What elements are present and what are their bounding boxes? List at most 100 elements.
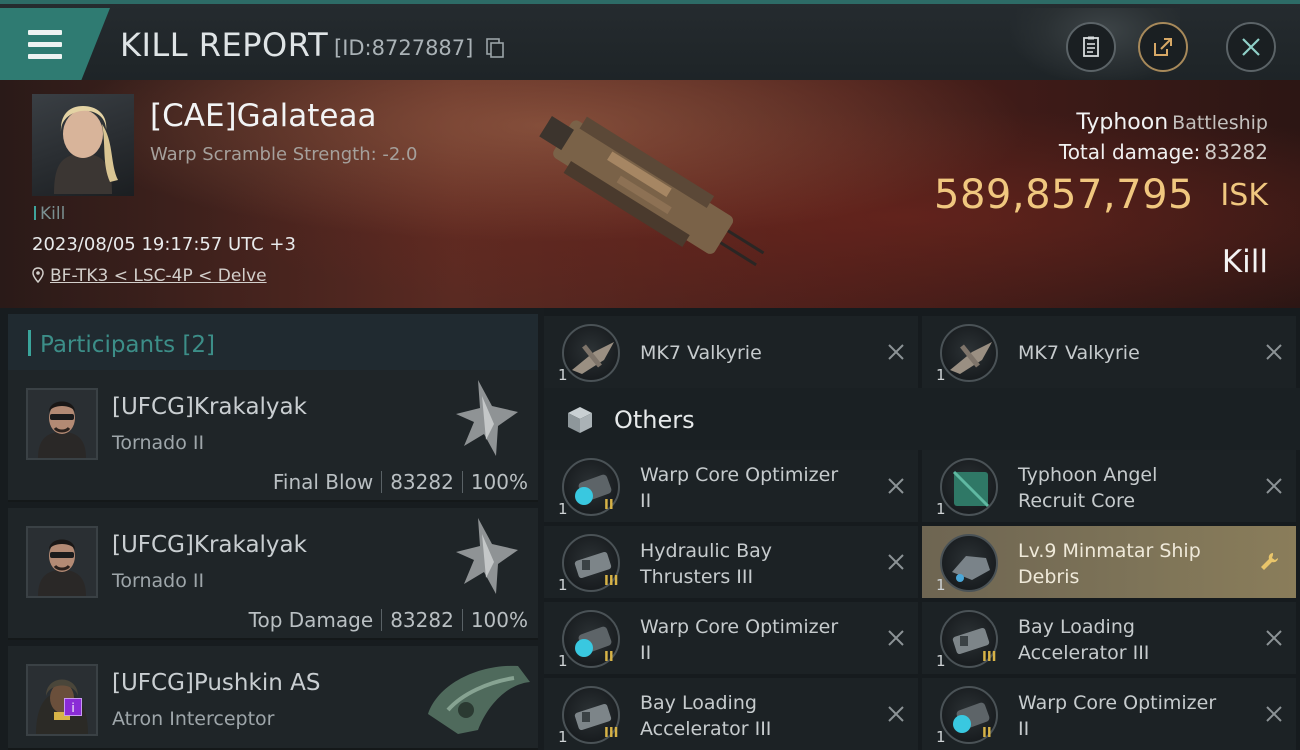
participant-card[interactable]: [UFCG]Krakalyak Tornado II Top Damage 832… bbox=[8, 508, 538, 640]
item-quantity: 1 bbox=[558, 576, 568, 594]
item-slot-highlighted[interactable]: 1 Lv.9 Minmatar Ship Debris bbox=[922, 526, 1296, 598]
item-name-line1: Warp Core Optimizer bbox=[640, 616, 839, 638]
total-damage: Total damage: 83282 bbox=[1059, 140, 1268, 164]
clipboard-icon bbox=[1083, 36, 1099, 57]
x-icon[interactable] bbox=[886, 628, 906, 648]
participant-name[interactable]: [UFCG]Krakalyak bbox=[112, 532, 307, 558]
ship-name: Typhoon bbox=[1076, 110, 1169, 135]
participants-header: Participants [2] bbox=[8, 314, 538, 370]
item-name-line2: II bbox=[640, 642, 652, 664]
x-icon[interactable] bbox=[1264, 628, 1284, 648]
item-meta-level: II bbox=[604, 498, 614, 513]
angel-recruit-core-icon bbox=[940, 458, 998, 516]
x-icon[interactable] bbox=[1264, 704, 1284, 724]
participant-stats: Final Blow 83282 100% bbox=[273, 470, 528, 494]
x-icon[interactable] bbox=[1264, 476, 1284, 496]
victim-avatar bbox=[54, 106, 118, 194]
participant-avatar[interactable] bbox=[26, 664, 98, 736]
item-slot[interactable]: 1 III Hydraulic Bay Thrusters III bbox=[544, 526, 918, 598]
wrench-icon[interactable] bbox=[1258, 550, 1282, 574]
item-slot[interactable]: 1 II Warp Core Optimizer II bbox=[922, 678, 1296, 750]
warp-scramble-strength: Warp Scramble Strength: -2.0 bbox=[150, 144, 418, 165]
share-icon bbox=[1154, 38, 1172, 56]
participant-card[interactable]: i [UFCG]Pushkin AS Atron Interceptor bbox=[8, 646, 538, 750]
item-name-line2: Thrusters III bbox=[640, 566, 754, 588]
location-text[interactable]: BF-TK3 < LSC-4P < Delve bbox=[50, 266, 267, 286]
participant-card[interactable]: [UFCG]Krakalyak Tornado II Final Blow 832… bbox=[8, 370, 538, 502]
item-slot[interactable]: 1 III Bay Loading Accelerator III bbox=[922, 602, 1296, 674]
participant-ship: Tornado II bbox=[112, 570, 205, 592]
victim-portrait[interactable] bbox=[32, 94, 134, 196]
participant-name[interactable]: [UFCG]Krakalyak bbox=[112, 394, 307, 420]
participant-ship: Tornado II bbox=[112, 432, 205, 454]
item-quantity: 1 bbox=[936, 500, 946, 518]
participants-title: Participants [2] bbox=[40, 332, 215, 358]
item-quantity: 1 bbox=[936, 576, 946, 594]
participant-role: Top Damage bbox=[248, 608, 374, 632]
drone-icon bbox=[562, 324, 620, 382]
items-panel: 1 MK7 Valkyrie 1 MK7 Valkyrie Others 1 I… bbox=[544, 308, 1300, 750]
victim-ship-type: Typhoon Battleship bbox=[1076, 110, 1268, 135]
total-damage-label: Total damage: bbox=[1058, 140, 1201, 164]
item-slot[interactable]: 1 Typhoon Angel Recruit Core bbox=[922, 450, 1296, 522]
share-button[interactable] bbox=[1138, 22, 1188, 72]
item-slot[interactable]: 1 MK7 Valkyrie bbox=[922, 316, 1296, 388]
participant-avatar[interactable] bbox=[26, 526, 98, 598]
participant-ship-image bbox=[456, 518, 518, 594]
others-section-header: Others bbox=[544, 388, 1300, 450]
item-slot[interactable]: 1 III Bay Loading Accelerator III bbox=[544, 678, 918, 750]
item-meta-level: II bbox=[604, 650, 614, 665]
item-name-line2: Accelerator III bbox=[640, 718, 772, 740]
ship-debris-icon bbox=[940, 534, 998, 592]
participant-avatar[interactable] bbox=[26, 388, 98, 460]
item-name-line2: Accelerator III bbox=[1018, 642, 1150, 664]
kill-tag-label: Kill bbox=[40, 204, 66, 224]
item-quantity: 1 bbox=[936, 366, 946, 384]
victim-banner: [CAE]Galateaa Warp Scramble Strength: -2… bbox=[0, 80, 1300, 308]
x-icon[interactable] bbox=[886, 476, 906, 496]
item-quantity: 1 bbox=[936, 652, 946, 670]
clipboard-button[interactable] bbox=[1066, 22, 1116, 72]
kill-location[interactable]: BF-TK3 < LSC-4P < Delve bbox=[32, 266, 267, 286]
page-title: KILL REPORT bbox=[120, 26, 329, 64]
hamburger-menu-icon bbox=[28, 30, 62, 66]
item-name: MK7 Valkyrie bbox=[640, 342, 762, 364]
participant-ship-image bbox=[456, 380, 518, 456]
kill-timestamp: 2023/08/05 19:17:57 UTC +3 bbox=[32, 234, 296, 255]
item-quantity: 1 bbox=[936, 728, 946, 746]
item-name-line1: Warp Core Optimizer bbox=[640, 464, 839, 486]
x-icon[interactable] bbox=[886, 342, 906, 362]
item-name-line2: II bbox=[1018, 718, 1030, 740]
kill-result: Kill bbox=[1221, 244, 1268, 280]
participant-damage: 83282 bbox=[390, 470, 454, 494]
item-name-line1: Lv.9 Minmatar Ship bbox=[1018, 540, 1201, 562]
item-name-line1: Hydraulic Bay bbox=[640, 540, 773, 562]
item-quantity: 1 bbox=[558, 500, 568, 518]
copy-icon[interactable] bbox=[486, 38, 504, 58]
participant-ship-image bbox=[428, 665, 530, 734]
close-icon bbox=[1242, 38, 1260, 56]
menu-button[interactable] bbox=[0, 8, 110, 80]
item-name-line1: Typhoon Angel bbox=[1018, 464, 1158, 486]
item-name-line2: II bbox=[640, 490, 652, 512]
isk-unit: ISK bbox=[1220, 178, 1268, 213]
item-slot[interactable]: 1 II Warp Core Optimizer II bbox=[544, 602, 918, 674]
victim-ship-image bbox=[539, 116, 765, 267]
participant-name[interactable]: [UFCG]Pushkin AS bbox=[112, 670, 320, 696]
item-name-line2: Recruit Core bbox=[1018, 490, 1136, 512]
item-slot[interactable]: 1 II Warp Core Optimizer II bbox=[544, 450, 918, 522]
x-icon[interactable] bbox=[886, 704, 906, 724]
item-quantity: 1 bbox=[558, 366, 568, 384]
item-meta-level: II bbox=[982, 726, 992, 741]
x-icon[interactable] bbox=[1264, 342, 1284, 362]
x-icon[interactable] bbox=[886, 552, 906, 572]
report-id: [ID:8727887] bbox=[334, 36, 474, 60]
close-button[interactable] bbox=[1226, 22, 1276, 72]
item-name-line2: Debris bbox=[1018, 566, 1080, 588]
item-name: Typhoon Angel Recruit Core bbox=[1018, 462, 1248, 514]
item-meta-level: III bbox=[604, 574, 619, 589]
item-name-line1: Bay Loading bbox=[640, 692, 757, 714]
item-slot[interactable]: 1 MK7 Valkyrie bbox=[544, 316, 918, 388]
kill-tag: Kill bbox=[34, 204, 65, 224]
victim-name[interactable]: [CAE]Galateaa bbox=[150, 98, 376, 134]
